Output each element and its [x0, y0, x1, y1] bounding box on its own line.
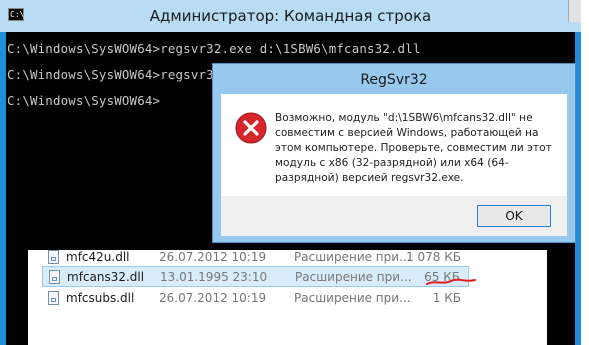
ok-button[interactable]: OK: [477, 205, 551, 227]
red-underline-annotation: [426, 278, 476, 285]
console-line: C:\Windows\SysWOW64>regsvr32.exe d:\1SBW…: [7, 41, 421, 56]
window-control-edge[interactable]: [568, 0, 581, 22]
file-name: mfc42u.dll: [66, 250, 130, 264]
file-date: 13.01.1995 23:10: [160, 270, 268, 284]
console-title: Администратор: Командная строка: [149, 7, 432, 25]
file-row-selected[interactable]: mfcans32.dll 13.01.1995 23:10 Расширение…: [42, 266, 469, 287]
console-line: C:\Windows\SysWOW64>regsvr32: [7, 67, 222, 82]
dll-file-icon: [48, 291, 59, 305]
file-type: Расширение при...: [294, 291, 411, 305]
regsvr32-dialog: RegSvr32 Возможно, модуль "d:\1SBW6\mfca…: [212, 63, 576, 243]
dll-file-icon: [49, 270, 60, 284]
file-name: mfcans32.dll: [67, 270, 145, 284]
file-type: Расширение при...: [294, 250, 411, 264]
dialog-content: Возможно, модуль "d:\1SBW6\mfcans32.dll"…: [221, 94, 567, 236]
explorer-file-list: mfc42u.dll 26.07.2012 10:19 Расширение п…: [28, 250, 547, 345]
file-date: 26.07.2012 10:19: [159, 250, 267, 264]
dialog-title: RegSvr32: [360, 72, 428, 88]
console-line: C:\Windows\SysWOW64>: [7, 93, 161, 108]
file-row[interactable]: mfc42u.dll 26.07.2012 10:19 Расширение п…: [42, 247, 469, 268]
dll-file-icon: [48, 250, 59, 264]
file-size: 1 078 КБ: [406, 250, 461, 264]
console-titlebar[interactable]: C:\ Администратор: Командная строка: [0, 0, 581, 32]
dialog-footer: OK: [221, 196, 567, 236]
dialog-message: Возможно, модуль "d:\1SBW6\mfcans32.dll"…: [275, 112, 552, 184]
file-row[interactable]: mfcsubs.dll 26.07.2012 10:19 Расширение …: [42, 288, 469, 309]
file-type: Расширение при...: [295, 270, 412, 284]
file-date: 26.07.2012 10:19: [159, 291, 267, 305]
error-icon: [235, 112, 267, 144]
file-name: mfcsubs.dll: [66, 291, 135, 305]
file-size: 1 КБ: [432, 291, 461, 305]
